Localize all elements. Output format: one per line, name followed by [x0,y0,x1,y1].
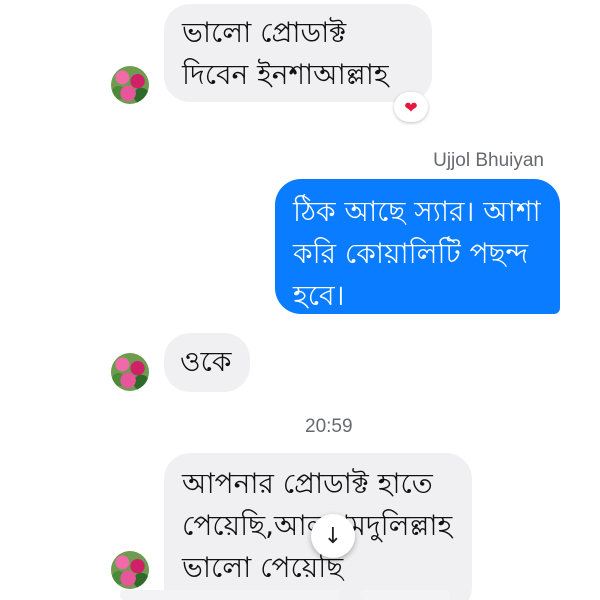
contact-avatar[interactable] [111,551,149,589]
message-text: ঠিক আছে স্যার। আশা করি কোয়ালিটি পছন্দ হ… [293,195,541,312]
chat-thread[interactable]: ভালো প্রোডাক্ট দিবেন ইনশাআল্লাহ ❤ Ujjol … [0,0,600,600]
message-text: ওকে [180,345,232,378]
composer-area [120,590,340,600]
timestamp: 20:59 [305,416,353,437]
heart-icon: ❤ [404,97,418,117]
incoming-message[interactable]: ভালো প্রোডাক্ট দিবেন ইনশাআল্লাহ [164,4,432,102]
outgoing-message[interactable]: ঠিক আছে স্যার। আশা করি কোয়ালিটি পছন্দ হ… [275,179,560,314]
arrow-down-icon: ↓ [323,523,343,549]
heart-reaction[interactable]: ❤ [394,92,428,122]
contact-avatar[interactable] [111,353,149,391]
composer-area [360,590,450,600]
sender-name: Ujjol Bhuiyan [433,150,544,171]
scroll-to-bottom-button[interactable]: ↓ [311,514,355,558]
contact-avatar[interactable] [111,66,149,104]
message-text: ভালো প্রোডাক্ট দিবেন ইনশাআল্লাহ [182,16,389,91]
incoming-message[interactable]: ওকে [164,333,250,392]
